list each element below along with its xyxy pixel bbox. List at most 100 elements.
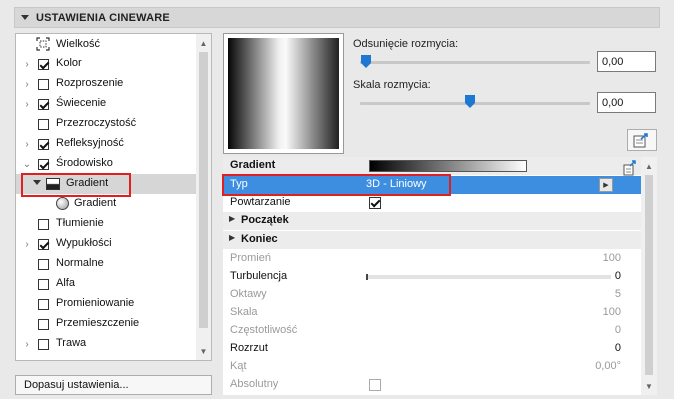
tree-item-trawa[interactable]: › Trawa <box>16 334 196 354</box>
tree-item-label: Promieniowanie <box>56 297 135 309</box>
scroll-up-icon[interactable]: ▲ <box>641 159 657 173</box>
scale-blur-slider-track[interactable] <box>360 102 590 105</box>
checkbox[interactable] <box>38 119 49 130</box>
tree-scrollbar[interactable]: ▲ ▼ <box>196 34 211 360</box>
chevron-right-icon[interactable]: › <box>22 59 32 70</box>
prop-value[interactable]: 0 <box>615 342 621 354</box>
tree-item-przezroczystosc[interactable]: Przezroczystość <box>16 114 196 134</box>
tree-item-label: Wielkość <box>56 38 101 50</box>
prop-name: Kąt <box>230 360 247 372</box>
offset-blur-input[interactable]: 0,00 <box>597 51 656 72</box>
preview-gradient <box>228 38 339 149</box>
checkbox[interactable] <box>38 239 49 250</box>
prop-value: 5 <box>614 288 621 300</box>
collapse-triangle-icon[interactable] <box>21 15 29 20</box>
tree-item-refleksyjnosc[interactable]: › Refleksyjność <box>16 134 196 154</box>
checkbox[interactable] <box>38 299 49 310</box>
adjust-settings-button[interactable]: Dopasuj ustawienia... <box>15 375 212 395</box>
offset-blur-slider-track[interactable] <box>360 61 590 64</box>
tree-item-rozproszenie[interactable]: › Rozproszenie <box>16 74 196 94</box>
tree-item-label: Trawa <box>56 337 87 349</box>
tree-item-normalne[interactable]: Normalne <box>16 254 196 274</box>
tree-item-gradient-sub[interactable]: Gradient <box>16 194 196 214</box>
prop-value: 100 <box>602 252 621 264</box>
chevron-right-icon[interactable]: › <box>22 239 32 250</box>
prop-value: 0,00° <box>595 360 621 372</box>
prop-row-end[interactable]: ▶ Koniec <box>223 231 641 249</box>
tree-item-swiecenie[interactable]: › Świecenie <box>16 94 196 114</box>
prop-name: Koniec <box>241 233 278 245</box>
scale-blur-label: Skala rozmycia: <box>353 79 431 91</box>
prop-row-spread[interactable]: Rozrzut 0 <box>223 340 641 358</box>
prop-row-frequency: Częstotliwość 0 <box>223 322 641 340</box>
prop-row-start[interactable]: ▶ Początek <box>223 212 641 230</box>
tree-item-kolor[interactable]: › Kolor <box>16 54 196 74</box>
scroll-down-icon[interactable]: ▼ <box>196 344 211 358</box>
scroll-down-icon[interactable]: ▼ <box>641 379 657 393</box>
scroll-up-icon[interactable]: ▲ <box>196 36 211 50</box>
checkbox[interactable] <box>38 219 49 230</box>
scale-blur-slider-knob[interactable] <box>465 95 475 108</box>
chevron-down-icon[interactable]: ⌄ <box>22 159 32 170</box>
turbulence-slider[interactable] <box>366 274 611 280</box>
checkbox[interactable] <box>38 279 49 290</box>
tree-item-alfa[interactable]: Alfa <box>16 274 196 294</box>
prop-row-absolute: Absolutny <box>223 376 641 394</box>
prop-value: 100 <box>602 306 621 318</box>
gradient-export-icon[interactable] <box>623 160 639 176</box>
chevron-right-icon[interactable]: › <box>22 339 32 350</box>
expand-triangle-icon[interactable]: ▶ <box>229 233 235 242</box>
tree-item-wielkosc[interactable]: Wielkość <box>16 35 196 55</box>
tree-item-tlumienie[interactable]: Tłumienie <box>16 214 196 234</box>
tree-item-wypuklosci[interactable]: › Wypukłości <box>16 234 196 254</box>
tree-item-promieniowanie[interactable]: Promieniowanie <box>16 294 196 314</box>
checkbox[interactable] <box>38 139 49 150</box>
gradient-editor-bar[interactable] <box>369 160 527 172</box>
prop-row-turbulence[interactable]: Turbulencja 0 <box>223 268 641 286</box>
export-icon <box>633 133 648 148</box>
expand-triangle-icon[interactable]: ▶ <box>229 214 235 223</box>
tree-item-label: Przezroczystość <box>56 117 137 129</box>
tree-item-srodowisko[interactable]: ⌄ Środowisko <box>16 154 196 174</box>
checkbox[interactable] <box>38 99 49 110</box>
grid-scrollbar[interactable]: ▲ ▼ <box>641 157 657 395</box>
chevron-right-icon[interactable]: › <box>22 79 32 90</box>
tree-item-label: Środowisko <box>56 157 113 169</box>
chevron-right-icon[interactable]: › <box>22 99 32 110</box>
scroll-thumb[interactable] <box>645 175 653 375</box>
prop-name: Powtarzanie <box>230 196 291 208</box>
cineware-settings-panel: USTAWIENIA CINEWARE Wielkość › Kolor › R… <box>0 0 674 399</box>
prop-name: Skala <box>230 306 258 318</box>
export-button[interactable] <box>627 129 657 151</box>
tree-item-label: Przemieszczenie <box>56 317 140 329</box>
scale-blur-input[interactable]: 0,00 <box>597 92 656 113</box>
checkbox[interactable] <box>38 159 49 170</box>
prop-row-repeat[interactable]: Powtarzanie <box>223 194 641 212</box>
checkbox[interactable] <box>38 79 49 90</box>
offset-blur-slider-knob[interactable] <box>361 55 371 68</box>
prop-row-gradient[interactable]: Gradient <box>223 157 641 175</box>
checkbox[interactable] <box>38 339 49 350</box>
dropdown-arrow-icon[interactable]: ▶ <box>599 178 613 192</box>
checkbox[interactable] <box>38 59 49 70</box>
channel-tree: Wielkość › Kolor › Rozproszenie › Świece… <box>15 33 212 361</box>
prop-row-octaves: Oktawy 5 <box>223 286 641 304</box>
scroll-thumb[interactable] <box>199 52 208 328</box>
tree-item-label: Normalne <box>56 257 104 269</box>
tree-item-przemieszczenie[interactable]: Przemieszczenie <box>16 314 196 334</box>
chevron-right-icon[interactable]: › <box>22 139 32 150</box>
checkbox[interactable] <box>38 259 49 270</box>
prop-name: Rozrzut <box>230 342 268 354</box>
tree-item-label: Świecenie <box>56 97 107 109</box>
offset-blur-label: Odsunięcie rozmycia: <box>353 38 459 50</box>
repeat-checkbox[interactable] <box>369 197 381 209</box>
prop-name: Absolutny <box>230 378 279 390</box>
checkbox[interactable] <box>38 319 49 330</box>
tree-item-label: Refleksyjność <box>56 137 124 149</box>
prop-row-scale: Skala 100 <box>223 304 641 322</box>
tree-item-label: Alfa <box>56 277 75 289</box>
prop-value[interactable]: 0 <box>615 270 621 282</box>
section-header[interactable]: USTAWIENIA CINEWARE <box>14 7 660 28</box>
tree-item-label: Kolor <box>56 57 82 69</box>
prop-name: Częstotliwość <box>230 324 298 336</box>
